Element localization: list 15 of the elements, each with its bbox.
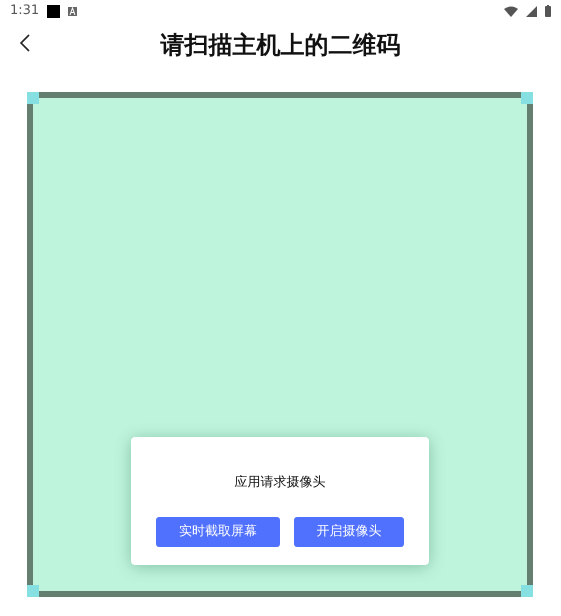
- status-time: 1:31: [10, 2, 40, 20]
- chevron-left-icon: [20, 34, 30, 52]
- scan-corner-mark: [521, 92, 533, 104]
- dialog-message: 应用请求摄像头: [234, 474, 326, 492]
- scan-corner-mark: [521, 585, 533, 597]
- scan-corner-mark: [27, 92, 39, 104]
- page-title: 请扫描主机上的二维码: [160, 33, 400, 57]
- notification-icon: [47, 4, 60, 18]
- scan-corner-mark: [27, 585, 39, 597]
- keyboard-icon: [68, 6, 78, 16]
- dialog-action-button[interactable]: 开启摄像头: [294, 516, 404, 546]
- battery-icon: [545, 5, 551, 17]
- dialog-action-button[interactable]: 实时截取屏幕: [156, 516, 280, 546]
- wifi-icon: [504, 6, 518, 16]
- signal-icon: [526, 6, 537, 16]
